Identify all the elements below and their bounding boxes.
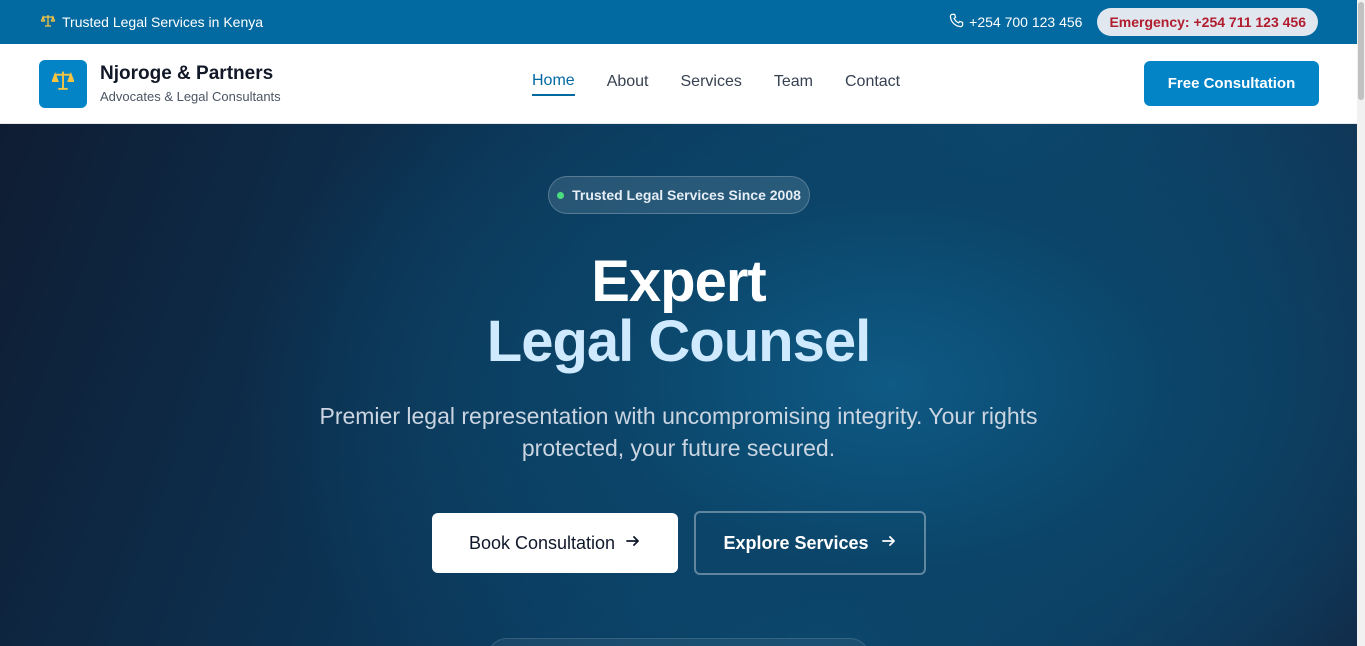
logo [39,59,87,108]
hero-section: Trusted Legal Services Since 2008 Expert… [0,124,1357,646]
brand-subtitle: Advocates & Legal Consultants [100,89,281,104]
scrollbar-thumb[interactable] [1358,2,1364,100]
since-badge: Trusted Legal Services Since 2008 [548,176,810,214]
nav-services[interactable]: Services [681,73,742,95]
tagline-text: Trusted Legal Services in Kenya [62,14,264,30]
badge-text: Trusted Legal Services Since 2008 [572,187,801,203]
hero-subtitle: Premier legal representation with uncomp… [0,400,1357,464]
emergency-contact[interactable]: Emergency: +254 711 123 456 [1097,8,1318,36]
hero-subtitle-line1: Premier legal representation with uncomp… [319,403,1038,429]
hero-subtitle-line2: protected, your future secured. [521,435,836,461]
brand-name: Njoroge & Partners [100,63,274,84]
arrow-right-icon [881,533,897,554]
explore-services-button[interactable]: Explore Services [694,511,926,575]
book-consultation-button[interactable]: Book Consultation [432,513,678,573]
nav-about[interactable]: About [607,73,649,95]
explore-services-label: Explore Services [723,532,869,553]
book-consultation-label: Book Consultation [468,532,616,553]
arrow-right-icon [625,533,641,554]
status-dot-icon [557,191,565,199]
phone-icon [949,13,964,31]
hero-stats-bar [487,638,870,646]
nav-contact[interactable]: Contact [845,73,900,95]
nav-home[interactable]: Home [532,72,575,96]
hero-title-line1: Expert [591,249,767,314]
brand[interactable]: Njoroge & Partners Advocates & Legal Con… [39,59,532,108]
scales-icon [40,14,56,31]
main-nav: Home About Services Team Contact [532,72,900,96]
top-bar: Trusted Legal Services in Kenya +254 700… [0,0,1357,44]
phone-link[interactable]: +254 700 123 456 [949,13,1082,31]
site-header: Njoroge & Partners Advocates & Legal Con… [0,44,1357,124]
nav-team[interactable]: Team [774,73,813,95]
top-bar-tagline: Trusted Legal Services in Kenya [40,14,264,31]
scales-icon [51,70,75,97]
page-scrollbar[interactable] [1357,0,1365,646]
hero-title-line2: Legal Counsel [486,309,871,374]
free-consultation-button[interactable]: Free Consultation [1144,61,1319,106]
phone-number: +254 700 123 456 [969,14,1083,30]
